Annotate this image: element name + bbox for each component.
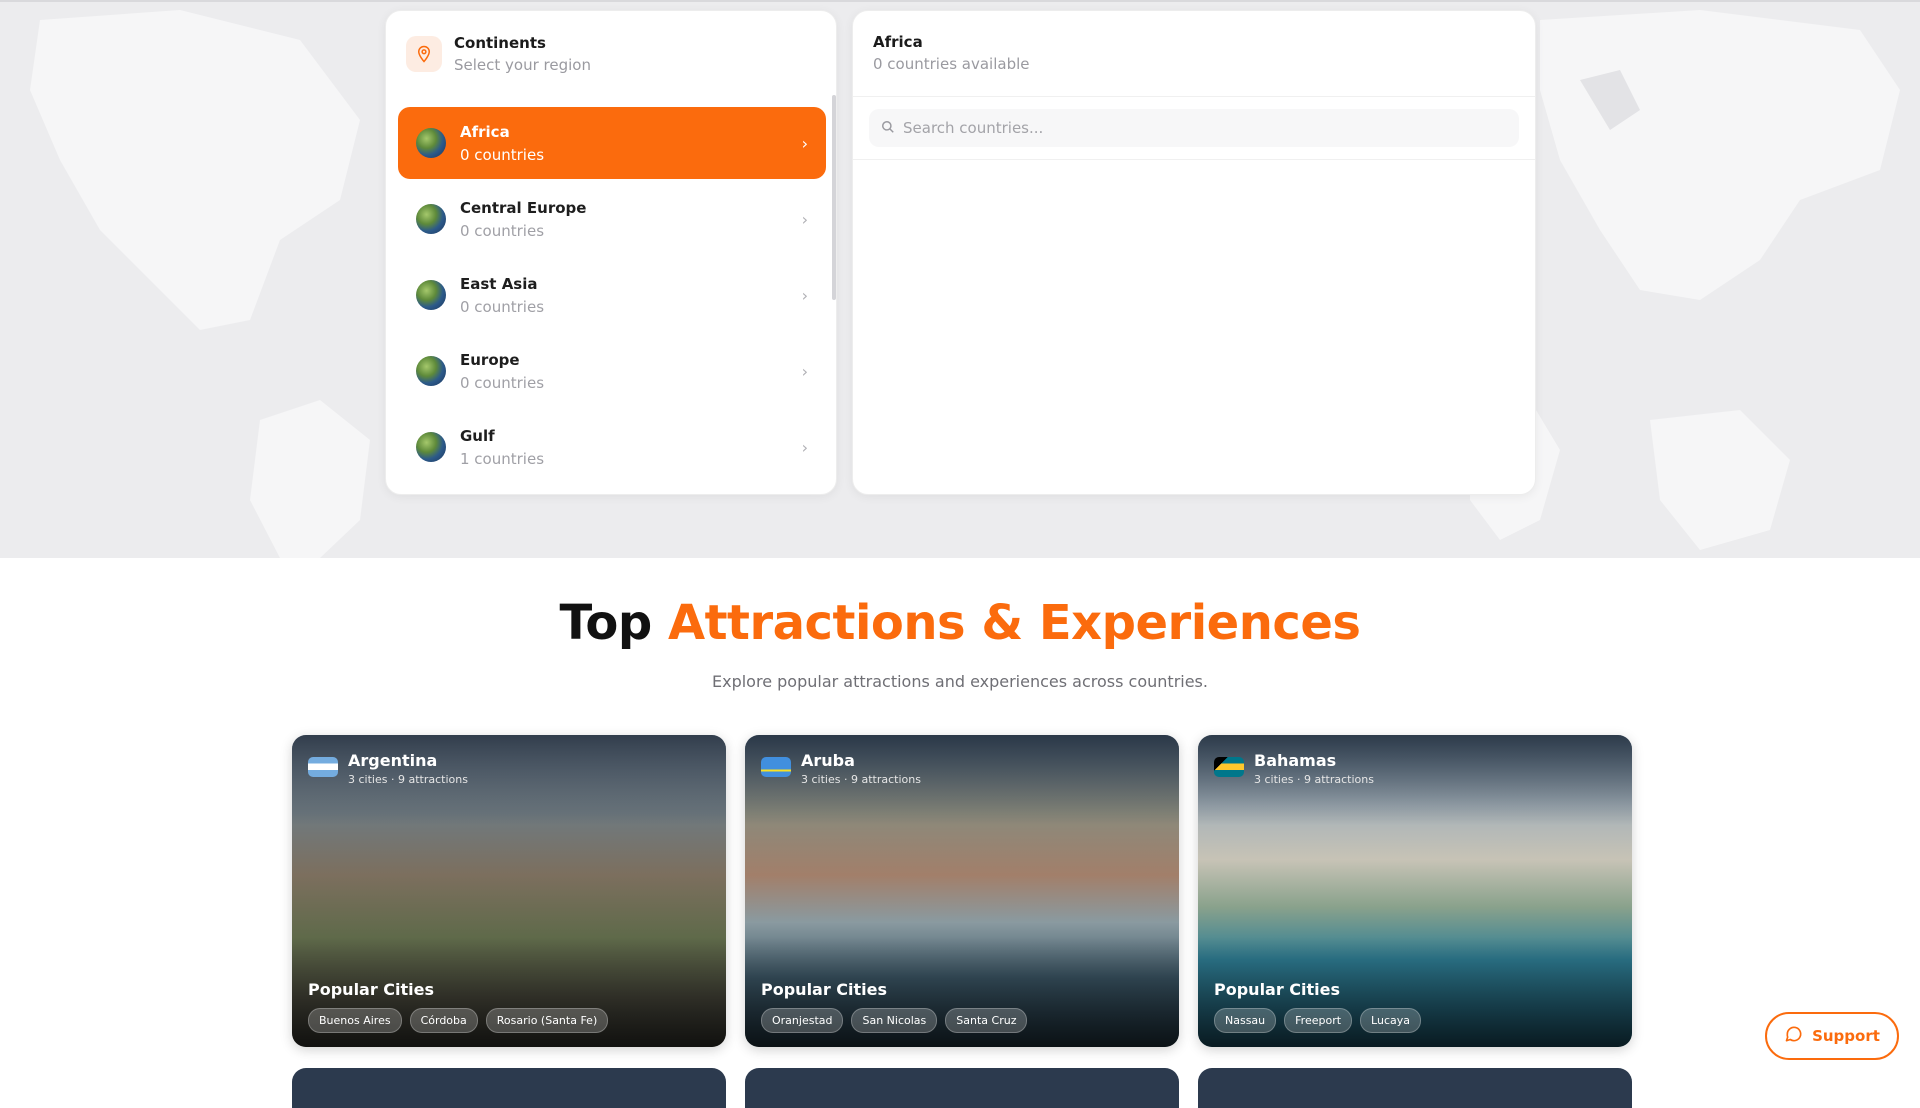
globe-icon — [416, 356, 446, 386]
country-card-peek[interactable] — [292, 1068, 726, 1108]
continent-name: East Asia — [460, 274, 538, 293]
continents-title: Continents — [454, 34, 546, 52]
chat-bubble-icon — [1784, 1024, 1804, 1048]
continent-count: 0 countries — [460, 145, 545, 164]
continent-count: 0 countries — [460, 221, 545, 240]
chevron-right-icon: › — [801, 437, 808, 457]
continent-list: Africa 0 countries › Central Europe 0 co… — [398, 107, 826, 487]
selected-continent-title: Africa — [873, 33, 923, 51]
card-country-name: Bahamas — [1254, 751, 1337, 770]
city-chip[interactable]: Oranjestad — [761, 1008, 844, 1033]
card-country-meta: 3 cities · 9 attractions — [801, 773, 921, 786]
globe-icon — [416, 432, 446, 462]
continent-name: Europe — [460, 350, 520, 369]
globe-icon — [416, 128, 446, 158]
globe-icon — [416, 280, 446, 310]
support-label: Support — [1812, 1027, 1880, 1045]
country-search-box[interactable] — [869, 109, 1519, 147]
continent-item-gulf[interactable]: Gulf 1 countries › — [398, 411, 826, 483]
city-chips: Nassau Freeport Lucaya — [1214, 1008, 1421, 1033]
continents-header: Continents Select your region — [386, 11, 836, 97]
country-card-peek[interactable] — [745, 1068, 1179, 1108]
countries-header: Africa 0 countries available — [853, 11, 1535, 97]
chevron-right-icon: › — [801, 133, 808, 153]
section-subtitle: Explore popular attractions and experien… — [712, 672, 1208, 691]
aruba-flag-icon — [761, 757, 791, 777]
continent-item-africa[interactable]: Africa 0 countries › — [398, 107, 826, 179]
continent-count: 1 countries — [460, 449, 545, 468]
countries-panel: Africa 0 countries available — [852, 10, 1536, 495]
country-card-bahamas[interactable]: Bahamas 3 cities · 9 attractions Popular… — [1198, 735, 1632, 1047]
continent-item-east-asia[interactable]: East Asia 0 countries › — [398, 259, 826, 331]
search-divider — [853, 159, 1535, 160]
continent-count: 0 countries — [460, 297, 545, 316]
city-chips: Buenos Aires Córdoba Rosario (Santa Fe) — [308, 1008, 609, 1033]
map-pin-icon — [406, 36, 442, 72]
city-chip[interactable]: Buenos Aires — [308, 1008, 402, 1033]
countries-available-count: 0 countries available — [873, 55, 1030, 73]
city-chip[interactable]: Nassau — [1214, 1008, 1277, 1033]
city-chips: Oranjestad San Nicolas Santa Cruz — [761, 1008, 1028, 1033]
popular-cities-label: Popular Cities — [761, 980, 888, 999]
section-title: Top Attractions & Experiences — [0, 595, 1920, 651]
section-title-accent: Attractions & Experiences — [667, 595, 1361, 651]
continent-count: 0 countries — [460, 373, 545, 392]
country-card-aruba[interactable]: Aruba 3 cities · 9 attractions Popular C… — [745, 735, 1179, 1047]
card-country-name: Aruba — [801, 751, 855, 770]
continent-item-central-europe[interactable]: Central Europe 0 countries › — [398, 183, 826, 255]
bahamas-flag-icon — [1214, 757, 1244, 777]
country-card-peek[interactable] — [1198, 1068, 1632, 1108]
popular-cities-label: Popular Cities — [308, 980, 435, 999]
city-chip[interactable]: Lucaya — [1360, 1008, 1421, 1033]
chevron-right-icon: › — [801, 285, 808, 305]
section-title-plain: Top — [559, 595, 653, 651]
country-search-input[interactable] — [903, 119, 1463, 137]
popular-cities-label: Popular Cities — [1214, 980, 1341, 999]
city-chip[interactable]: Freeport — [1284, 1008, 1353, 1033]
support-button[interactable]: Support — [1765, 1012, 1899, 1060]
continents-panel: Continents Select your region Africa 0 c… — [385, 10, 837, 495]
continent-name: Gulf — [460, 426, 495, 445]
card-country-meta: 3 cities · 9 attractions — [348, 773, 468, 786]
card-country-name: Argentina — [348, 751, 438, 770]
city-chip[interactable]: Rosario (Santa Fe) — [485, 1008, 609, 1033]
argentina-flag-icon — [308, 757, 338, 777]
globe-icon — [416, 204, 446, 234]
continents-subtitle: Select your region — [454, 56, 591, 74]
chevron-right-icon: › — [801, 361, 808, 381]
city-chip[interactable]: Córdoba — [409, 1008, 478, 1033]
continent-name: Africa — [460, 122, 510, 141]
continent-item-europe[interactable]: Europe 0 countries › — [398, 335, 826, 407]
city-chip[interactable]: San Nicolas — [851, 1008, 938, 1033]
continent-name: Central Europe — [460, 198, 587, 217]
continent-list-scrollbar[interactable] — [832, 95, 836, 300]
country-card-argentina[interactable]: Argentina 3 cities · 9 attractions Popul… — [292, 735, 726, 1047]
search-icon — [881, 119, 895, 138]
card-country-meta: 3 cities · 9 attractions — [1254, 773, 1374, 786]
city-chip[interactable]: Santa Cruz — [945, 1008, 1028, 1033]
chevron-right-icon: › — [801, 209, 808, 229]
